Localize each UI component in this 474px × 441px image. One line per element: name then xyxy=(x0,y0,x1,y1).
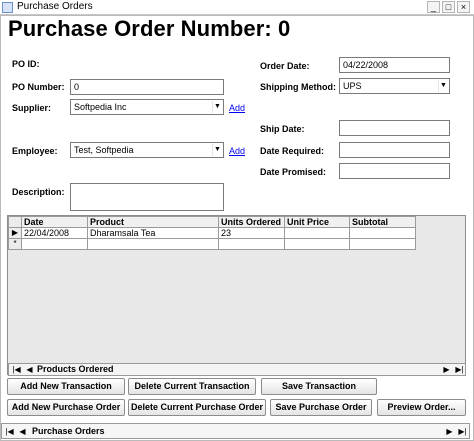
products-datasheet: Date Product Units Ordered Unit Price Su… xyxy=(7,215,466,375)
products-record-navigator: |◀ ◀ Products Ordered ▶ ▶| xyxy=(8,363,466,376)
date-required-label: Date Required: xyxy=(260,146,325,156)
add-purchase-order-button[interactable]: Add New Purchase Order xyxy=(7,399,125,416)
table-header-row: Date Product Units Ordered Unit Price Su… xyxy=(8,216,416,228)
column-header-date[interactable]: Date xyxy=(21,216,88,228)
shipping-method-value: UPS xyxy=(343,81,362,91)
previous-record-icon[interactable]: ◀ xyxy=(23,364,36,375)
po-number-label: PO Number: xyxy=(12,82,65,92)
cell-units[interactable] xyxy=(218,238,285,250)
shipping-method-label: Shipping Method: xyxy=(260,82,336,92)
cell-subtotal[interactable] xyxy=(349,227,416,239)
page-title: Purchase Order Number: 0 xyxy=(8,16,291,41)
cell-product[interactable]: Dharamsala Tea xyxy=(87,227,219,239)
next-record-icon[interactable]: ▶ xyxy=(443,426,456,437)
new-record-icon[interactable]: * xyxy=(8,238,22,250)
form-record-navigator: |◀ ◀ Purchase Orders ▶ ▶| xyxy=(1,423,470,439)
ship-date-label: Ship Date: xyxy=(260,124,305,134)
shipping-method-combo[interactable]: UPS ▼ xyxy=(339,78,450,94)
maximize-icon[interactable]: □ xyxy=(442,1,455,13)
supplier-combo[interactable]: Softpedia Inc ▼ xyxy=(70,99,224,115)
close-icon[interactable]: × xyxy=(457,1,470,13)
employee-label: Employee: xyxy=(12,146,58,156)
po-number-field[interactable]: 0 xyxy=(70,79,224,95)
add-employee-link[interactable]: Add xyxy=(229,145,245,157)
chevron-down-icon[interactable]: ▼ xyxy=(212,144,222,156)
select-all-cell[interactable] xyxy=(8,216,22,228)
add-supplier-link[interactable]: Add xyxy=(229,102,245,114)
first-record-icon[interactable]: |◀ xyxy=(10,364,23,375)
description-label: Description: xyxy=(12,187,65,197)
employee-value: Test, Softpedia xyxy=(74,145,134,155)
column-header-product[interactable]: Product xyxy=(87,216,219,228)
date-required-field[interactable] xyxy=(339,142,450,158)
date-promised-field[interactable] xyxy=(339,163,450,179)
new-record-row[interactable]: * xyxy=(8,238,416,250)
table-row[interactable]: ▶ 22/04/2008 Dharamsala Tea 23 xyxy=(8,227,416,239)
po-id-label: PO ID: xyxy=(12,59,40,69)
order-date-label: Order Date: xyxy=(260,61,310,71)
products-table: Date Product Units Ordered Unit Price Su… xyxy=(8,216,416,250)
next-record-icon[interactable]: ▶ xyxy=(440,364,453,375)
save-purchase-order-button[interactable]: Save Purchase Order xyxy=(270,399,372,416)
supplier-label: Supplier: xyxy=(12,103,52,113)
cell-product[interactable] xyxy=(87,238,219,250)
chevron-down-icon[interactable]: ▼ xyxy=(438,80,448,92)
title-bar: Purchase Orders _ □ × xyxy=(0,0,474,15)
cell-date[interactable]: 22/04/2008 xyxy=(21,227,88,239)
products-nav-label: Products Ordered xyxy=(37,364,114,374)
save-transaction-button[interactable]: Save Transaction xyxy=(261,378,377,395)
preview-order-button[interactable]: Preview Order... xyxy=(377,399,466,416)
cell-unit-price[interactable] xyxy=(284,238,350,250)
employee-combo[interactable]: Test, Softpedia ▼ xyxy=(70,142,224,158)
last-record-icon[interactable]: ▶| xyxy=(456,426,469,437)
first-record-icon[interactable]: |◀ xyxy=(3,426,16,437)
add-transaction-button[interactable]: Add New Transaction xyxy=(7,378,125,395)
column-header-subtotal[interactable]: Subtotal xyxy=(349,216,416,228)
delete-purchase-order-button[interactable]: Delete Current Purchase Order xyxy=(128,399,266,416)
supplier-value: Softpedia Inc xyxy=(74,102,127,112)
cell-date[interactable] xyxy=(21,238,88,250)
column-header-unit-price[interactable]: Unit Price xyxy=(284,216,350,228)
chevron-down-icon[interactable]: ▼ xyxy=(212,101,222,113)
cell-units[interactable]: 23 xyxy=(218,227,285,239)
window-title: Purchase Orders xyxy=(17,1,93,12)
form-nav-label: Purchase Orders xyxy=(32,426,105,436)
current-row-icon[interactable]: ▶ xyxy=(8,227,22,239)
delete-transaction-button[interactable]: Delete Current Transaction xyxy=(128,378,256,395)
ship-date-field[interactable] xyxy=(339,120,450,136)
date-promised-label: Date Promised: xyxy=(260,167,327,177)
previous-record-icon[interactable]: ◀ xyxy=(16,426,29,437)
column-header-units[interactable]: Units Ordered xyxy=(218,216,285,228)
app-icon xyxy=(2,2,13,13)
minimize-icon[interactable]: _ xyxy=(427,1,440,13)
order-date-field[interactable]: 04/22/2008 xyxy=(339,57,450,73)
description-field[interactable] xyxy=(70,183,224,211)
cell-unit-price[interactable] xyxy=(284,227,350,239)
last-record-icon[interactable]: ▶| xyxy=(453,364,466,375)
cell-subtotal[interactable] xyxy=(349,238,416,250)
